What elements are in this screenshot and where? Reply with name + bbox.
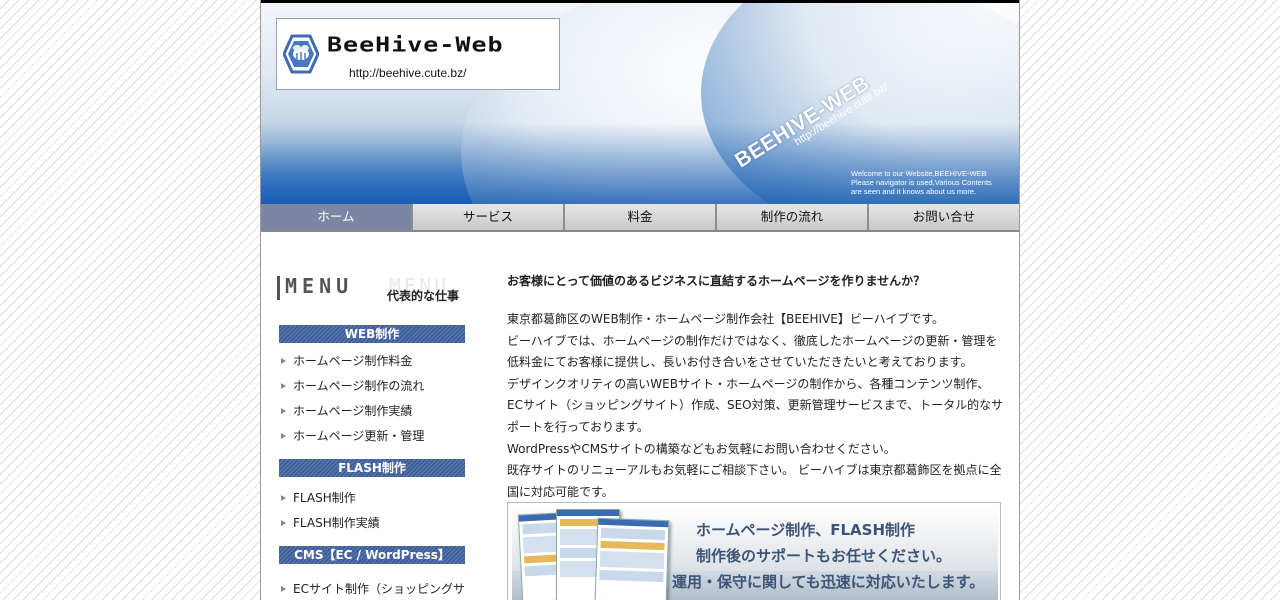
paragraph-line: 国に対応可能です。 — [507, 484, 614, 499]
menu-heading-word: MENU — [285, 274, 354, 298]
menu-heading-sub: 代表的な仕事 — [387, 289, 460, 303]
logo-url: http://beehive.cute.bz/ — [349, 66, 467, 80]
banner-line: 制作後のサポートもお任せください。 — [696, 547, 952, 565]
arrow-right-icon — [281, 586, 286, 592]
intro-paragraph: 東京都葛飾区のWEB制作・ホームページ制作会社【BEEHIVE】ビーハイブです。… — [507, 309, 1007, 503]
sidebar-item-label: FLASH制作実績 — [293, 516, 380, 530]
lead-heading: お客様にとって価値のあるビジネスに直結するホームページを作りませんか？ — [507, 274, 926, 288]
sidebar-item-label: ホームページ制作実績 — [293, 404, 413, 418]
banner-line: 運用・保守に関しても迅速に対応いたします。 — [672, 573, 985, 591]
menu-heading: MENU MENU 代表的な仕事 — [277, 270, 467, 306]
sidebar-menu: MENU MENU 代表的な仕事 WEB制作 ホームページ制作料金 ホームページ… — [277, 270, 467, 600]
sidebar-item-ec-site[interactable]: ECサイト制作（ショッピングサ — [277, 577, 467, 600]
nav-pricing[interactable]: 料金 — [565, 204, 717, 230]
section-head-web: WEB制作 — [279, 325, 465, 343]
logo-name: BeeHive-Web — [327, 33, 504, 57]
arrow-right-icon — [281, 520, 286, 526]
arrow-right-icon — [281, 408, 286, 414]
sidebar-item-label: ホームページ制作の流れ — [293, 379, 425, 393]
sidebar-item-web-works[interactable]: ホームページ制作実績 — [277, 399, 467, 424]
section-head-flash: FLASH制作 — [279, 459, 465, 477]
site-header: BeeHive-Web http://beehive.cute.bz/ BEEH… — [261, 0, 1019, 204]
sidebar-item-label: ホームページ制作料金 — [293, 354, 413, 368]
paragraph-line: WordPressやCMSサイトの構築などもお気軽にお問い合わせください。 — [507, 441, 896, 456]
sidebar-item-label: ECサイト制作（ショッピングサ — [293, 582, 465, 596]
sidebar-item-flash[interactable]: FLASH制作 — [277, 486, 467, 511]
nav-services[interactable]: サービス — [413, 204, 565, 230]
bee-hexagon-icon — [283, 34, 319, 74]
sidebar-item-label: ホームページ更新・管理 — [293, 429, 425, 443]
site-logo[interactable]: BeeHive-Web http://beehive.cute.bz/ — [276, 18, 560, 90]
menu-heading-bar — [277, 276, 280, 300]
banner-line: ホームページ制作、FLASH制作 — [696, 521, 916, 539]
welcome-line: Please navigator is used,Various Content… — [851, 178, 992, 187]
paragraph-line: 既存サイトのリニューアルもお気軽にご相談下さい。 ビーハイブは東京都葛飾区を拠点… — [507, 463, 1002, 478]
welcome-line: Welcome to our Website,BEEHIVE-WEB — [851, 169, 987, 178]
website-screenshot-image — [594, 517, 670, 600]
service-banner[interactable]: ホームページ制作、FLASH制作 制作後のサポートもお任せください。 運用・保守… — [507, 502, 1001, 600]
sidebar-item-web-pricing[interactable]: ホームページ制作料金 — [277, 349, 467, 374]
global-nav: ホーム サービス 料金 制作の流れ お問い合せ — [261, 204, 1019, 232]
page-container: BeeHive-Web http://beehive.cute.bz/ BEEH… — [260, 0, 1020, 600]
arrow-right-icon — [281, 383, 286, 389]
arrow-right-icon — [281, 433, 286, 439]
paragraph-line: デザインクオリティの高いWEBサイト・ホームページの制作から、各種コンテンツ制作… — [507, 376, 990, 391]
paragraph-line: 低料金にてお客様に提供し、長いお付き合いをさせていただきたいと考えております。 — [507, 355, 973, 370]
arrow-right-icon — [281, 495, 286, 501]
paragraph-line: ECサイト（ショッピングサイト）作成、SEO対策、更新管理サービスまで、トータル… — [507, 398, 1004, 413]
cms-section-list: ECサイト制作（ショッピングサ — [277, 577, 467, 600]
section-head-cms: CMS【EC / WordPress】 — [279, 546, 465, 564]
main-content: お客様にとって価値のあるビジネスに直結するホームページを作りませんか？ 東京都葛… — [507, 272, 1007, 503]
welcome-line: are seen and it knows about us more. — [851, 187, 977, 196]
paragraph-line: ポートを行っております。 — [507, 419, 649, 434]
sidebar-item-web-maintenance[interactable]: ホームページ更新・管理 — [277, 424, 467, 449]
nav-workflow[interactable]: 制作の流れ — [717, 204, 869, 230]
sidebar-item-web-flow[interactable]: ホームページ制作の流れ — [277, 374, 467, 399]
welcome-message: Welcome to our Website,BEEHIVE-WEB Pleas… — [851, 169, 1011, 196]
web-section-list: ホームページ制作料金 ホームページ制作の流れ ホームページ制作実績 ホームページ… — [277, 349, 467, 449]
paragraph-line: ビーハイブでは、ホームページの制作だけではなく、徹底したホームページの更新・管理… — [507, 333, 998, 348]
banner-background: ホームページ制作、FLASH制作 制作後のサポートもお任せください。 運用・保守… — [512, 507, 998, 600]
nav-contact[interactable]: お問い合せ — [869, 204, 1019, 230]
arrow-right-icon — [281, 358, 286, 364]
paragraph-line: 東京都葛飾区のWEB制作・ホームページ制作会社【BEEHIVE】ビーハイブです。 — [507, 312, 945, 326]
flash-section-list: FLASH制作 FLASH制作実績 — [277, 486, 467, 536]
sidebar-item-label: FLASH制作 — [293, 491, 356, 505]
sidebar-item-flash-works[interactable]: FLASH制作実績 — [277, 511, 467, 536]
nav-home[interactable]: ホーム — [261, 204, 413, 230]
